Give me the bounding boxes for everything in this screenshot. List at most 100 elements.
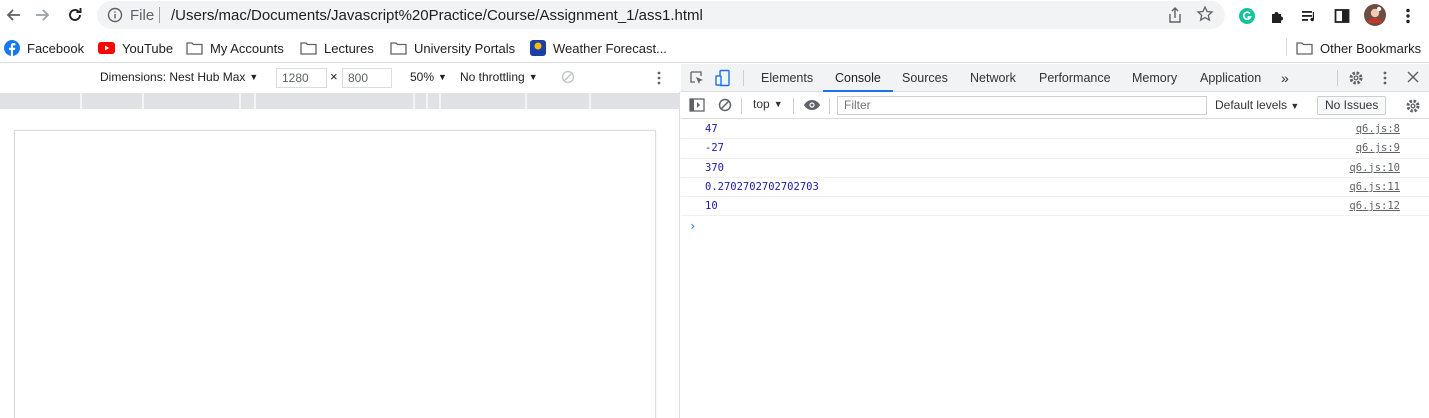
emulated-viewport[interactable] — [14, 130, 656, 418]
issues-button[interactable]: No Issues — [1317, 96, 1387, 115]
ruler-segment[interactable] — [241, 93, 254, 109]
sidepanel-icon[interactable] — [1331, 5, 1353, 27]
bookmark-label: Lectures — [324, 40, 374, 56]
forward-icon[interactable] — [30, 4, 54, 26]
console-settings-gear-icon[interactable] — [1405, 98, 1421, 114]
profile-avatar[interactable] — [1363, 3, 1387, 27]
url-text[interactable]: /Users/mac/Documents/Javascript%20Practi… — [171, 7, 703, 24]
tab-application[interactable]: Application — [1200, 64, 1261, 92]
levels-label: Default levels — [1215, 98, 1288, 112]
throttling-dropdown[interactable]: No throttling ▼ — [460, 70, 538, 84]
log-value: -27 — [705, 142, 724, 155]
tab-memory[interactable]: Memory — [1132, 64, 1177, 92]
source-link[interactable]: q6.js:10 — [1349, 162, 1400, 174]
customize-menu-icon[interactable] — [1383, 71, 1387, 85]
live-expression-eye-icon[interactable] — [803, 99, 821, 111]
tab-network[interactable]: Network — [970, 64, 1016, 92]
folder-icon — [186, 42, 203, 55]
height-input[interactable]: 800 — [342, 68, 392, 88]
device-toggle-icon[interactable] — [715, 69, 731, 87]
bookmark-label: YouTube — [122, 40, 174, 56]
bookmark-facebook[interactable]: Facebook — [4, 39, 84, 57]
device-more-icon[interactable] — [657, 71, 661, 85]
folder-icon — [390, 42, 407, 55]
console-prompt[interactable]: › — [689, 219, 696, 233]
folder-icon — [300, 42, 317, 55]
toolbar-separator — [829, 98, 830, 114]
source-link[interactable]: q6.js:9 — [1356, 142, 1400, 154]
browser-toolbar: File /Users/mac/Documents/Javascript%20P… — [0, 0, 1429, 31]
bookmark-weather-forecast[interactable]: Weather Forecast... — [530, 39, 667, 57]
info-icon[interactable] — [107, 7, 123, 26]
tab-console[interactable]: Console — [823, 64, 893, 92]
address-separator — [159, 7, 160, 23]
scheme-label: File — [130, 7, 155, 24]
folder-icon — [1296, 42, 1313, 55]
tab-sources[interactable]: Sources — [902, 64, 948, 92]
console-message: 370 q6.js:10 — [681, 159, 1429, 178]
console-message: 47 q6.js:8 — [681, 120, 1429, 140]
more-tabs-button[interactable]: » — [1281, 64, 1289, 92]
ruler-segment[interactable] — [527, 93, 589, 109]
bookmarks-bar: Facebook YouTube My Accounts Lectures Un… — [0, 31, 1429, 63]
source-link[interactable]: q6.js:11 — [1349, 181, 1400, 193]
media-query-ruler[interactable] — [0, 93, 680, 109]
rotate-disabled-icon[interactable] — [561, 70, 575, 84]
bookmark-label: University Portals — [414, 40, 516, 56]
device-toolbar: Dimensions: Nest Hub Max ▼ 1280 × 800 50… — [0, 64, 680, 92]
ruler-segment[interactable] — [591, 93, 680, 109]
extensions-icon[interactable] — [1267, 5, 1289, 27]
source-link[interactable]: q6.js:12 — [1349, 200, 1400, 212]
settings-gear-icon[interactable] — [1348, 70, 1364, 86]
tab-performance[interactable]: Performance — [1039, 64, 1111, 92]
chevron-down-icon: ▼ — [1290, 101, 1300, 111]
ruler-segment[interactable] — [428, 93, 439, 109]
ruler-segment[interactable] — [415, 93, 426, 109]
bookmark-youtube[interactable]: YouTube — [98, 39, 173, 57]
devtools-panel: Elements Console Sources Network Perform… — [681, 64, 1429, 418]
grammarly-icon[interactable] — [1236, 5, 1258, 27]
facebook-icon — [4, 40, 20, 56]
ruler-segment[interactable] — [82, 93, 142, 109]
zoom-dropdown[interactable]: 50% ▼ — [410, 70, 447, 84]
bookmark-university-portals[interactable]: University Portals — [390, 39, 515, 57]
console-messages: 47 q6.js:8 -27 q6.js:9 370 q6.js:10 0.27… — [681, 120, 1429, 217]
bookmark-lectures[interactable]: Lectures — [300, 39, 374, 57]
share-icon[interactable] — [1167, 6, 1183, 27]
log-value: 47 — [705, 123, 718, 135]
reload-icon[interactable] — [63, 4, 87, 26]
media-icon[interactable] — [1298, 5, 1320, 27]
bookmark-label: Other Bookmarks — [1320, 40, 1422, 56]
console-filter-input[interactable]: Filter — [837, 96, 1207, 115]
clear-console-icon[interactable] — [718, 98, 732, 112]
ruler-segment[interactable] — [256, 93, 413, 109]
toolbar-separator — [793, 98, 794, 114]
back-icon[interactable] — [2, 4, 26, 26]
ruler-segment[interactable] — [0, 93, 80, 109]
ruler-segment[interactable] — [144, 93, 239, 109]
ruler-segment[interactable] — [441, 93, 525, 109]
tab-separator — [1337, 70, 1338, 86]
console-toolbar: top ▼ Filter Default levels ▼ No Issues — [681, 92, 1429, 119]
bookmark-my-accounts[interactable]: My Accounts — [186, 39, 284, 57]
close-icon[interactable] — [1407, 71, 1419, 83]
sidebar-toggle-icon[interactable] — [689, 98, 705, 112]
source-link[interactable]: q6.js:8 — [1356, 123, 1400, 135]
bookmark-other-bookmarks[interactable]: Other Bookmarks — [1296, 39, 1421, 57]
context-label: top — [753, 97, 770, 111]
address-bar[interactable]: File /Users/mac/Documents/Javascript%20P… — [97, 1, 1225, 29]
inspect-element-icon[interactable] — [689, 70, 705, 86]
dimensions-label: Dimensions: Nest Hub Max — [100, 70, 246, 84]
bookmark-label: Facebook — [27, 40, 85, 56]
dimensions-dropdown[interactable]: Dimensions: Nest Hub Max ▼ — [100, 70, 258, 84]
tab-elements[interactable]: Elements — [761, 64, 813, 92]
width-input[interactable]: 1280 — [276, 68, 327, 88]
log-levels-dropdown[interactable]: Default levels ▼ — [1215, 98, 1299, 112]
chevron-down-icon: ▼ — [438, 72, 447, 82]
bookmark-label: My Accounts — [210, 40, 284, 56]
menu-icon[interactable] — [1397, 5, 1419, 27]
context-selector[interactable]: top ▼ — [753, 97, 783, 111]
devtools-tab-bar: Elements Console Sources Network Perform… — [681, 64, 1429, 92]
device-emulation-pane: Dimensions: Nest Hub Max ▼ 1280 × 800 50… — [0, 64, 680, 418]
star-icon[interactable] — [1196, 5, 1214, 26]
